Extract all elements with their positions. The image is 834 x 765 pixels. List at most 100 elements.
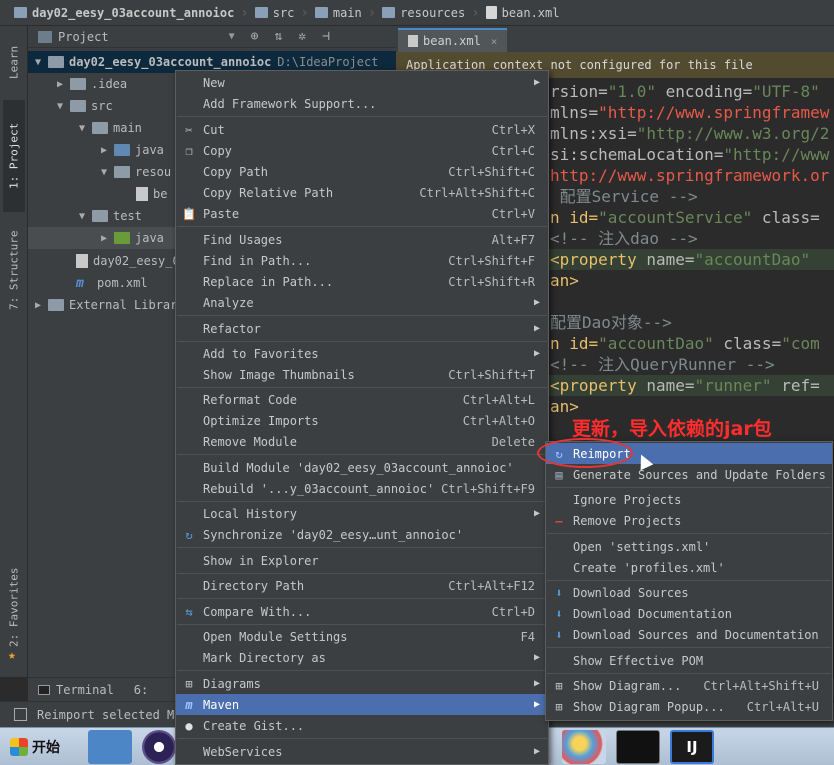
- menu-item-copy[interactable]: ❐ Copy Ctrl+C: [176, 140, 548, 161]
- menu-item-refactor[interactable]: Refactor ▶: [176, 318, 548, 339]
- expand-arrow-icon[interactable]: ▶: [98, 233, 110, 244]
- menu-item-create-gist[interactable]: ● Create Gist...: [176, 715, 548, 736]
- collapse-all-icon[interactable]: ⇅: [274, 29, 282, 44]
- menu-label: Analyze: [203, 295, 254, 310]
- gear-icon[interactable]: ✲: [298, 29, 306, 44]
- chevron-down-icon[interactable]: ▼: [229, 31, 235, 42]
- menu-item-show-diagram-popup[interactable]: ⊞ Show Diagram Popup... Ctrl+Alt+U: [546, 696, 832, 717]
- menu-separator: [547, 647, 831, 648]
- menu-item-remove-module[interactable]: Remove Module Delete: [176, 431, 548, 452]
- eclipse-app-icon[interactable]: [142, 729, 176, 764]
- terminal-label: Terminal: [56, 682, 114, 697]
- menu-item-download-documentation[interactable]: ⬇ Download Documentation: [546, 603, 832, 624]
- menu-label: Download Sources: [573, 585, 689, 600]
- menu-item-create-profiles-xml[interactable]: Create 'profiles.xml': [546, 557, 832, 578]
- menu-item-webservices[interactable]: WebServices ▶: [176, 741, 548, 762]
- breadcrumb-file[interactable]: bean.xml: [480, 0, 566, 26]
- menu-item-download-sources-and-docs[interactable]: ⬇ Download Sources and Documentation: [546, 624, 832, 645]
- network-app-icon[interactable]: [88, 729, 132, 764]
- intellij-app-icon[interactable]: IJ: [670, 729, 714, 764]
- menu-item-rebuild[interactable]: Rebuild '...y_03account_annoioc' Ctrl+Shi…: [176, 478, 548, 499]
- menu-item-find-in-path[interactable]: Find in Path... Ctrl+Shift+F: [176, 250, 548, 271]
- menu-item-show-effective-pom[interactable]: Show Effective POM: [546, 650, 832, 671]
- start-button[interactable]: 开始: [0, 728, 70, 765]
- breadcrumb-main[interactable]: main: [309, 0, 368, 26]
- menu-item-compare-with[interactable]: ⇆ Compare With... Ctrl+D: [176, 601, 548, 622]
- menu-item-paste[interactable]: 📋 Paste Ctrl+V: [176, 203, 548, 224]
- hide-icon[interactable]: ⊣: [322, 29, 330, 44]
- expand-arrow-icon[interactable]: ▶: [54, 79, 66, 90]
- menu-item-download-sources[interactable]: ⬇ Download Sources: [546, 582, 832, 603]
- tab-favorites[interactable]: 2: Favorites: [3, 558, 25, 656]
- project-panel-title[interactable]: Project: [58, 30, 109, 44]
- collapse-arrow-icon[interactable]: ▼: [76, 211, 88, 222]
- menu-item-analyze[interactable]: Analyze ▶: [176, 292, 548, 313]
- menu-item-mark-directory-as[interactable]: Mark Directory as ▶: [176, 647, 548, 668]
- submenu-arrow-icon: ▶: [533, 678, 540, 689]
- menu-item-copy-relative-path[interactable]: Copy Relative Path Ctrl+Alt+Shift+C: [176, 182, 548, 203]
- menu-item-add-framework-support[interactable]: Add Framework Support...: [176, 93, 548, 114]
- paint-app-icon[interactable]: [562, 729, 606, 764]
- tree-label: .idea: [91, 77, 128, 91]
- code-token: mlns=: [550, 103, 599, 122]
- menu-label: Show in Explorer: [203, 553, 319, 568]
- expand-arrow-icon[interactable]: ▶: [32, 300, 44, 311]
- menu-item-new[interactable]: New ▶: [176, 72, 548, 93]
- breadcrumb-separator: ›: [240, 4, 249, 21]
- menu-item-open-module-settings[interactable]: Open Module Settings F4: [176, 626, 548, 647]
- menu-item-cut[interactable]: ✂ Cut Ctrl+X: [176, 119, 548, 140]
- menu-item-ignore-projects[interactable]: Ignore Projects: [546, 489, 832, 510]
- collapse-arrow-icon[interactable]: ▼: [76, 123, 88, 134]
- cmd-app-icon[interactable]: [616, 729, 660, 764]
- tool-window-6-tab[interactable]: 6:: [134, 683, 148, 697]
- menu-item-build-module[interactable]: Build Module 'day02_eesy_03account_annoi…: [176, 457, 548, 478]
- tab-learn[interactable]: Learn: [3, 32, 25, 92]
- menu-item-add-to-favorites[interactable]: Add to Favorites ▶: [176, 343, 548, 364]
- maven-icon: m: [185, 697, 193, 712]
- menu-item-open-settings-xml[interactable]: Open 'settings.xml': [546, 536, 832, 557]
- menu-item-diagrams[interactable]: ⊞ Diagrams ▶: [176, 673, 548, 694]
- menu-item-local-history[interactable]: Local History ▶: [176, 503, 548, 524]
- menu-shortcut: Ctrl+Alt+L: [462, 392, 535, 407]
- tree-label: test: [113, 209, 142, 223]
- breadcrumb-project[interactable]: day02_eesy_03account_annoioc: [8, 0, 240, 26]
- menu-item-find-usages[interactable]: Find Usages Alt+F7: [176, 229, 548, 250]
- code-token: "UTF-8": [752, 82, 820, 101]
- menu-item-copy-path[interactable]: Copy Path Ctrl+Shift+C: [176, 161, 548, 182]
- menu-item-show-diagram[interactable]: ⊞ Show Diagram... Ctrl+Alt+Shift+U: [546, 675, 832, 696]
- menu-item-show-in-explorer[interactable]: Show in Explorer: [176, 550, 548, 571]
- locate-icon[interactable]: ⊕: [251, 29, 259, 44]
- collapse-arrow-icon[interactable]: ▼: [54, 101, 66, 112]
- tab-structure[interactable]: 7: Structure: [3, 218, 25, 322]
- collapse-arrow-icon[interactable]: ▼: [32, 57, 44, 68]
- menu-item-optimize-imports[interactable]: Optimize Imports Ctrl+Alt+O: [176, 410, 548, 431]
- menu-separator: [547, 533, 831, 534]
- menu-item-synchronize[interactable]: ↻ Synchronize 'day02_eesy…unt_annoioc': [176, 524, 548, 545]
- expand-arrow-icon[interactable]: ▶: [98, 145, 110, 156]
- menu-item-replace-in-path[interactable]: Replace in Path... Ctrl+Shift+R: [176, 271, 548, 292]
- menu-shortcut: Ctrl+Alt+O: [462, 413, 535, 428]
- menu-label: Diagrams: [203, 676, 261, 691]
- menu-item-show-image-thumbnails[interactable]: Show Image Thumbnails Ctrl+Shift+T: [176, 364, 548, 385]
- menu-label: Copy Relative Path: [203, 185, 334, 200]
- menu-item-reformat-code[interactable]: Reformat Code Ctrl+Alt+L: [176, 389, 548, 410]
- collapse-arrow-icon[interactable]: ▼: [98, 167, 110, 178]
- project-view-icon: [38, 30, 52, 43]
- tab-project[interactable]: 1: Project: [3, 100, 25, 212]
- tab-bean-xml[interactable]: bean.xml ×: [398, 28, 508, 52]
- library-icon: [48, 299, 64, 311]
- breadcrumb-resources[interactable]: resources: [376, 0, 471, 26]
- close-icon[interactable]: ×: [491, 35, 498, 48]
- menu-label: Cut: [203, 122, 225, 137]
- diagram-icon: ⊞: [555, 678, 563, 693]
- terminal-tab[interactable]: Terminal: [38, 683, 114, 697]
- menu-item-directory-path[interactable]: Directory Path Ctrl+Alt+F12: [176, 575, 548, 596]
- breadcrumb-src[interactable]: src: [249, 0, 301, 26]
- menu-separator: [177, 573, 547, 574]
- menu-item-maven[interactable]: m Maven ▶: [176, 694, 548, 715]
- tool-windows-icon[interactable]: [14, 708, 27, 721]
- menu-item-remove-projects[interactable]: — Remove Projects: [546, 510, 832, 531]
- code-line: <!-- 注入dao -->: [550, 229, 698, 248]
- menu-separator: [547, 487, 831, 488]
- folder-icon: [70, 78, 86, 90]
